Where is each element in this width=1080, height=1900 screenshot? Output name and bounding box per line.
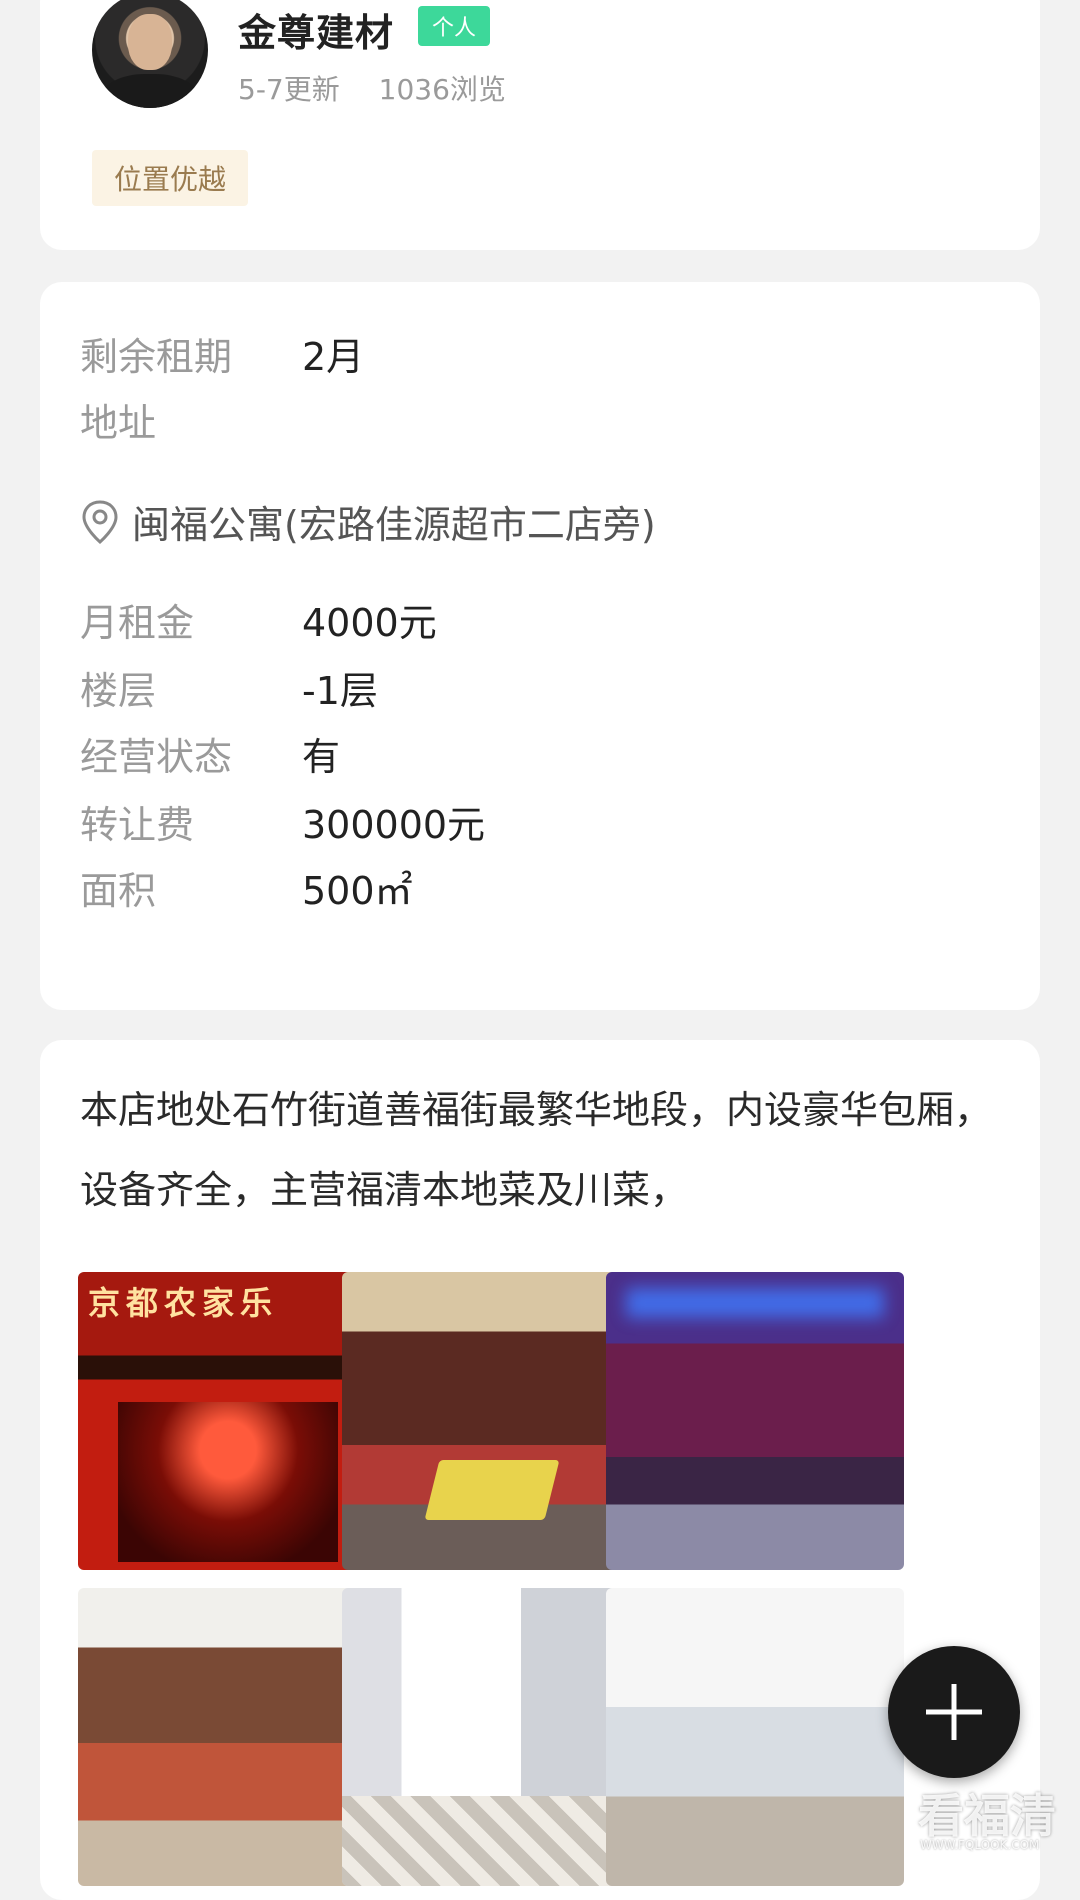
photo-corridor[interactable] [342, 1588, 640, 1886]
monthly-rent-label: 月租金 [80, 600, 195, 645]
transfer-fee-row: 转让费 300000元 [80, 796, 486, 847]
details-card: 剩余租期 2月 地址 闽福公寓(宏路佳源超市二店旁) 月租金 4000元 楼层 … [40, 282, 1040, 1010]
storefront-sign-text: 京都农家乐 [88, 1284, 279, 1322]
publisher-type-badge: 个人 [418, 6, 491, 46]
address-label-row: 地址 [80, 394, 302, 445]
view-count: 1036浏览 [378, 73, 506, 106]
remaining-lease-row: 剩余租期 2月 [80, 328, 365, 379]
add-button[interactable] [888, 1646, 1020, 1778]
floor-label: 楼层 [80, 668, 157, 713]
operating-status-row: 经营状态 有 [80, 728, 341, 779]
address-link[interactable]: 闽福公寓(宏路佳源超市二店旁) [80, 494, 656, 549]
avatar-shirt [102, 74, 198, 108]
updated-date: 5-7更新 [238, 73, 340, 106]
area-row: 面积 500㎡ [80, 862, 413, 913]
photo-reception-counter[interactable] [78, 1588, 376, 1886]
area-label: 面积 [80, 868, 157, 913]
floor-row: 楼层 -1层 [80, 662, 378, 713]
transfer-fee-value: 300000元 [302, 802, 486, 847]
publisher-card: 金尊建材 个人 5-7更新 1036浏览 位置优越 [40, 0, 1040, 250]
description-card: 本店地处石竹街道善福街最繁华地段，内设豪华包厢，设备齐全，主营福清本地菜及川菜，… [40, 1040, 1040, 1900]
storefront-entrance [118, 1402, 338, 1562]
address-label: 地址 [80, 400, 157, 445]
remaining-lease-value: 2月 [302, 334, 365, 379]
feature-badge: 位置优越 [92, 150, 249, 206]
floor-value: -1层 [302, 668, 378, 713]
photo-storefront[interactable]: 京都农家乐 [78, 1272, 376, 1570]
room-table [424, 1460, 560, 1520]
avatar-face [128, 14, 172, 70]
monthly-rent-value: 4000元 [302, 600, 437, 645]
photo-kitchen[interactable] [606, 1588, 904, 1886]
operating-status-label: 经营状态 [80, 734, 233, 779]
address-value: 闽福公寓(宏路佳源超市二店旁) [132, 503, 656, 547]
watermark: 看福清 [918, 1789, 1056, 1843]
photo-private-room-1[interactable] [342, 1272, 640, 1570]
operating-status-value: 有 [302, 734, 341, 779]
listing-description: 本店地处石竹街道善福街最繁华地段，内设豪华包厢，设备齐全，主营福清本地菜及川菜， [80, 1088, 993, 1212]
plus-icon [926, 1684, 982, 1740]
monthly-rent-row: 月租金 4000元 [80, 594, 437, 645]
photo-private-room-2[interactable] [606, 1272, 904, 1570]
remaining-lease-label: 剩余租期 [80, 334, 233, 379]
ceiling-light [626, 1288, 884, 1318]
watermark-url: WWW.FQLOOK.COM [920, 1838, 1040, 1852]
transfer-fee-label: 转让费 [80, 802, 195, 847]
location-pin-icon [82, 499, 118, 544]
corridor-floor [342, 1796, 640, 1886]
publisher-meta: 5-7更新 1036浏览 [238, 68, 506, 108]
area-value: 500㎡ [302, 868, 413, 913]
publisher-name[interactable]: 金尊建材 [238, 2, 394, 57]
publisher-avatar[interactable] [92, 0, 208, 108]
